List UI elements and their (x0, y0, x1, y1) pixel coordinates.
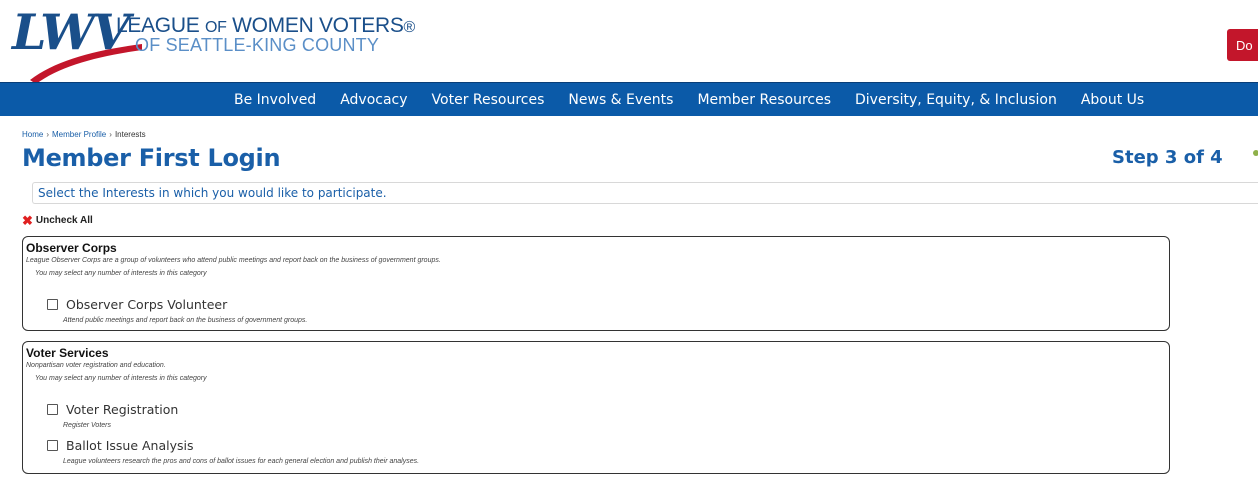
interest-ballot-issue-analysis: Ballot Issue Analysis League volunteers … (47, 438, 419, 465)
logo-word-of: OF (204, 19, 227, 36)
site-header: LWV LEAGUE OF WOMEN VOTERS® OF SEATTLE-K… (0, 0, 1258, 84)
nav-advocacy[interactable]: Advocacy (340, 83, 407, 117)
interest-observer-corps-volunteer: Observer Corps Volunteer Attend public m… (47, 297, 307, 324)
instructions-banner: Select the Interests in which you would … (32, 182, 1258, 204)
donate-button[interactable]: Do (1227, 29, 1258, 61)
breadcrumb-current: Interests (114, 130, 146, 139)
logo-word-women-voters: WOMEN VOTERS (232, 14, 404, 37)
nav-diversity-equity-inclusion[interactable]: Diversity, Equity, & Inclusion (855, 83, 1057, 117)
interest-description: Register Voters (63, 422, 111, 429)
interest-description: League volunteers research the pros and … (63, 458, 420, 465)
nav-about-us[interactable]: About Us (1081, 83, 1144, 117)
interest-checkbox[interactable] (47, 440, 58, 451)
interest-label[interactable]: Observer Corps Volunteer (66, 297, 227, 312)
category-title: Observer Corps (26, 241, 117, 255)
category-title: Voter Services (26, 346, 109, 360)
breadcrumb: Home › Member Profile › Interests (22, 130, 146, 139)
interest-checkbox[interactable] (47, 299, 58, 310)
uncheck-all-button[interactable]: ✖ Uncheck All (22, 212, 93, 228)
breadcrumb-home[interactable]: Home (22, 130, 43, 139)
nav-be-involved[interactable]: Be Involved (234, 83, 316, 117)
logo-word-league: LEAGUE (116, 14, 200, 37)
breadcrumb-member-profile[interactable]: Member Profile (52, 130, 106, 139)
nav-member-resources[interactable]: Member Resources (697, 83, 831, 117)
category-observer-corps: Observer Corps League Observer Corps are… (22, 236, 1170, 331)
nav-news-events[interactable]: News & Events (568, 83, 673, 117)
category-description: League Observer Corps are a group of vol… (26, 257, 441, 264)
status-dot-icon (1253, 150, 1258, 156)
close-icon: ✖ (22, 212, 33, 228)
category-note: You may select any number of interests i… (35, 270, 207, 277)
interest-description: Attend public meetings and report back o… (63, 317, 308, 324)
interest-checkbox[interactable] (47, 404, 58, 415)
category-note: You may select any number of interests i… (35, 375, 207, 382)
step-indicator: Step 3 of 4 (1112, 147, 1223, 168)
breadcrumb-separator-icon: › (109, 130, 112, 139)
main-nav: Be Involved Advocacy Voter Resources New… (0, 82, 1258, 116)
interest-voter-registration: Voter Registration Register Voters (47, 402, 178, 429)
uncheck-all-label: Uncheck All (35, 215, 93, 226)
interest-label[interactable]: Voter Registration (66, 402, 178, 417)
page-title: Member First Login (22, 144, 281, 172)
registered-mark: ® (403, 19, 416, 36)
breadcrumb-separator-icon: › (46, 130, 50, 139)
logo-mark: LWV (12, 3, 130, 61)
logo-subtitle: OF SEATTLE-KING COUNTY (135, 35, 380, 55)
lwv-logo[interactable]: LWV LEAGUE OF WOMEN VOTERS® OF SEATTLE-K… (12, 3, 415, 84)
nav-voter-resources[interactable]: Voter Resources (432, 83, 545, 117)
category-description: Nonpartisan voter registration and educa… (26, 362, 166, 369)
interest-label[interactable]: Ballot Issue Analysis (66, 438, 194, 453)
category-voter-services: Voter Services Nonpartisan voter registr… (22, 341, 1170, 474)
